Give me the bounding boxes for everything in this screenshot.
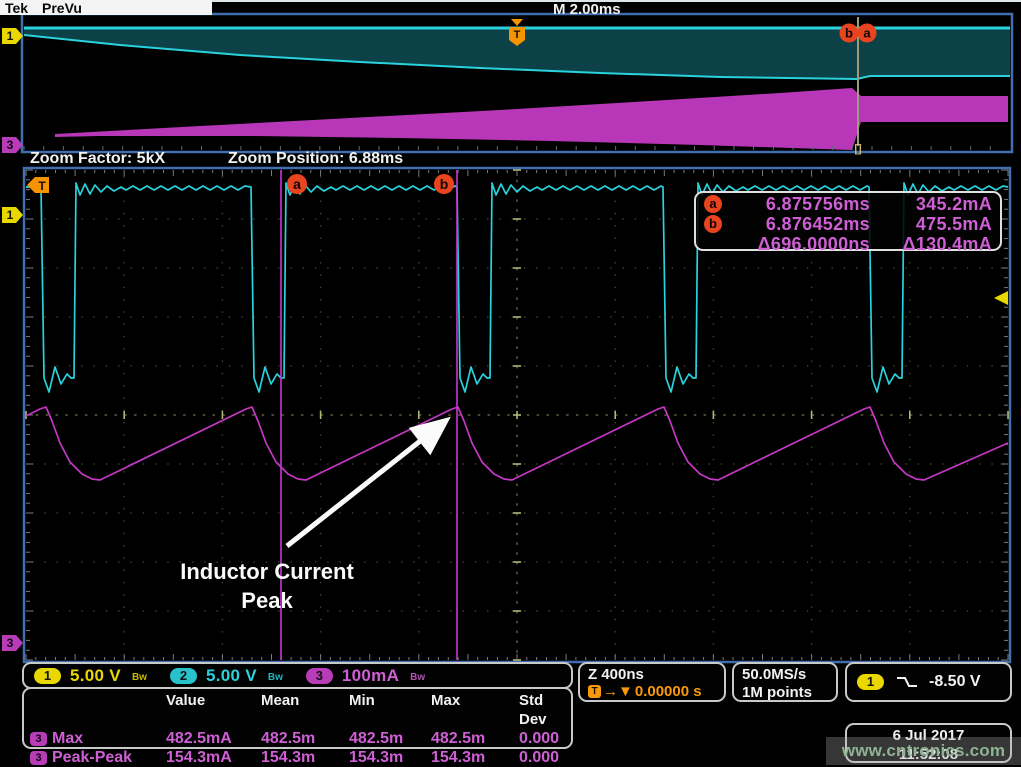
- channel1-marker[interactable]: 1: [2, 207, 23, 223]
- meas-value: 482.5mA: [166, 729, 261, 748]
- ch2-bandwidth-icon: Bw: [268, 672, 283, 683]
- meas-stddev: 0.000: [519, 729, 565, 748]
- cursor-b-badge[interactable]: b: [434, 174, 454, 194]
- cursor-b-time: 6.876452ms: [730, 214, 870, 235]
- cursor-readout-panel: a 6.875756ms 345.2mA b 6.876452ms 475.5m…: [694, 191, 1002, 251]
- trigger-level-readout[interactable]: -8.50 V: [929, 673, 981, 691]
- measurement-header-row: Value Mean Min Max Std Dev: [30, 691, 565, 729]
- cursor-delta-time: Δ696.0000ns: [730, 234, 870, 255]
- cursor-a-time: 6.875756ms: [730, 194, 870, 215]
- cursor-a-badge[interactable]: a: [287, 174, 307, 194]
- ch2-scale-readout[interactable]: 5.00 V: [206, 666, 257, 686]
- ch1-badge[interactable]: 1: [34, 668, 61, 684]
- horizontal-readout-box[interactable]: Z 400ns T →▼ 0.00000 s: [578, 662, 726, 702]
- meas-name: Max: [52, 729, 83, 748]
- timebase-readout[interactable]: M 2.00ms: [553, 1, 621, 18]
- meas-min: 482.5m: [349, 729, 431, 748]
- channel-readout-strip[interactable]: 1 5.00 V Bw 2 5.00 V Bw 3 100mA Bw: [22, 662, 573, 689]
- channel1-marker-overview[interactable]: 1: [2, 28, 23, 44]
- acquisition-readout-box[interactable]: 50.0MS/s 1M points: [732, 662, 838, 702]
- cursor-a-row: a 6.875756ms 345.2mA: [704, 194, 992, 215]
- cursor-a-badge-readout: a: [704, 195, 722, 213]
- meas-min: 154.3m: [349, 748, 431, 767]
- meas-stddev: 0.000: [519, 748, 565, 767]
- meas-max: 482.5m: [431, 729, 519, 748]
- zoom-position-label[interactable]: Zoom Position: 6.88ms: [228, 150, 403, 168]
- channel1-marker-label: 1: [7, 208, 14, 222]
- cursor-b-badge-readout: b: [704, 215, 722, 233]
- oscilloscope-screen: T b a [] 1 3: [0, 0, 1021, 767]
- tek-logo: Tek: [5, 0, 28, 16]
- ch1-scale-readout[interactable]: 5.00 V: [70, 666, 121, 686]
- sample-rate-readout: 50.0MS/s: [742, 666, 828, 684]
- meas-max: 154.3m: [431, 748, 519, 767]
- cursor-a-letter: a: [293, 176, 301, 192]
- cursor-b-value: 475.5mA: [870, 214, 992, 235]
- cursor-b-letter: b: [845, 26, 853, 41]
- trigger-source-badge[interactable]: 1: [857, 674, 884, 690]
- cursor-a-value: 345.2mA: [870, 194, 992, 215]
- waveform-display: T b a [] 1 3: [0, 0, 1021, 767]
- meas-mean: 154.3m: [261, 748, 349, 767]
- ch3-bandwidth-icon: Bw: [410, 672, 425, 683]
- trigger-flag-label: T: [38, 179, 46, 193]
- trigger-flag-label: T: [514, 29, 521, 41]
- zoom-scale-readout[interactable]: Z 400ns: [588, 666, 716, 683]
- meas-ch-badge: 3: [30, 732, 47, 746]
- record-length-readout: 1M points: [742, 684, 828, 702]
- channel3-marker-overview[interactable]: 3: [2, 137, 23, 153]
- cursor-b-row: b 6.876452ms 475.5mA: [704, 214, 992, 235]
- channel3-marker[interactable]: 3: [2, 635, 23, 651]
- measurement-row-peakpeak: 3Peak-Peak 154.3mA 154.3m 154.3m 154.3m …: [30, 748, 565, 767]
- cursor-delta-value: Δ130.4mA: [870, 234, 992, 255]
- cursor-b-badge-overview[interactable]: b: [840, 24, 859, 43]
- channel3-marker-label: 3: [7, 636, 14, 650]
- cursor-a-letter: a: [863, 26, 871, 41]
- measurement-row-max: 3 Max 482.5mA 482.5m 482.5m 482.5m 0.000: [30, 729, 565, 748]
- annotation-line1: Inductor Current: [167, 557, 367, 586]
- cursor-delta-row: Δ696.0000ns Δ130.4mA: [704, 234, 992, 255]
- meas-ch-badge: 3: [30, 751, 47, 765]
- cursor-a-badge-overview[interactable]: a: [858, 24, 877, 43]
- trigger-t-icon: T: [588, 685, 601, 698]
- header-logo-area: [0, 0, 212, 15]
- ch1-bandwidth-icon: Bw: [132, 672, 147, 683]
- meas-value: 154.3mA: [166, 748, 261, 767]
- meas-name: Peak-Peak: [52, 748, 132, 767]
- ch3-badge[interactable]: 3: [306, 668, 333, 684]
- trigger-arrow-icon: →▼: [603, 683, 633, 700]
- meas-header-mean: Mean: [261, 691, 349, 729]
- watermark: www.cntronics.com: [826, 737, 1021, 765]
- acquisition-status: PreVu: [42, 0, 82, 16]
- ch3-scale-readout[interactable]: 100mA: [342, 666, 399, 686]
- zoom-factor-label[interactable]: Zoom Factor: 5kX: [30, 150, 165, 168]
- annotation-text: Inductor Current Peak: [167, 557, 367, 615]
- annotation-line2: Peak: [167, 586, 367, 615]
- ch2-badge[interactable]: 2: [170, 668, 197, 684]
- meas-header-min: Min: [349, 691, 431, 729]
- falling-edge-slope-icon: [895, 674, 919, 690]
- trigger-position-readout[interactable]: T →▼ 0.00000 s: [588, 683, 716, 700]
- measurement-table: Value Mean Min Max Std Dev 3 Max 482.5mA …: [22, 687, 573, 749]
- zoom-region-bracket: []: [854, 143, 862, 155]
- trigger-position-value: 0.00000 s: [635, 683, 702, 700]
- meas-header-value: Value: [166, 691, 261, 729]
- channel1-marker-label: 1: [7, 29, 14, 43]
- meas-header-stddev: Std Dev: [519, 691, 565, 729]
- trigger-readout-box[interactable]: 1 -8.50 V: [845, 662, 1012, 702]
- channel3-marker-label: 3: [7, 138, 14, 152]
- meas-header-max: Max: [431, 691, 519, 729]
- cursor-b-letter: b: [440, 176, 449, 192]
- meas-mean: 482.5m: [261, 729, 349, 748]
